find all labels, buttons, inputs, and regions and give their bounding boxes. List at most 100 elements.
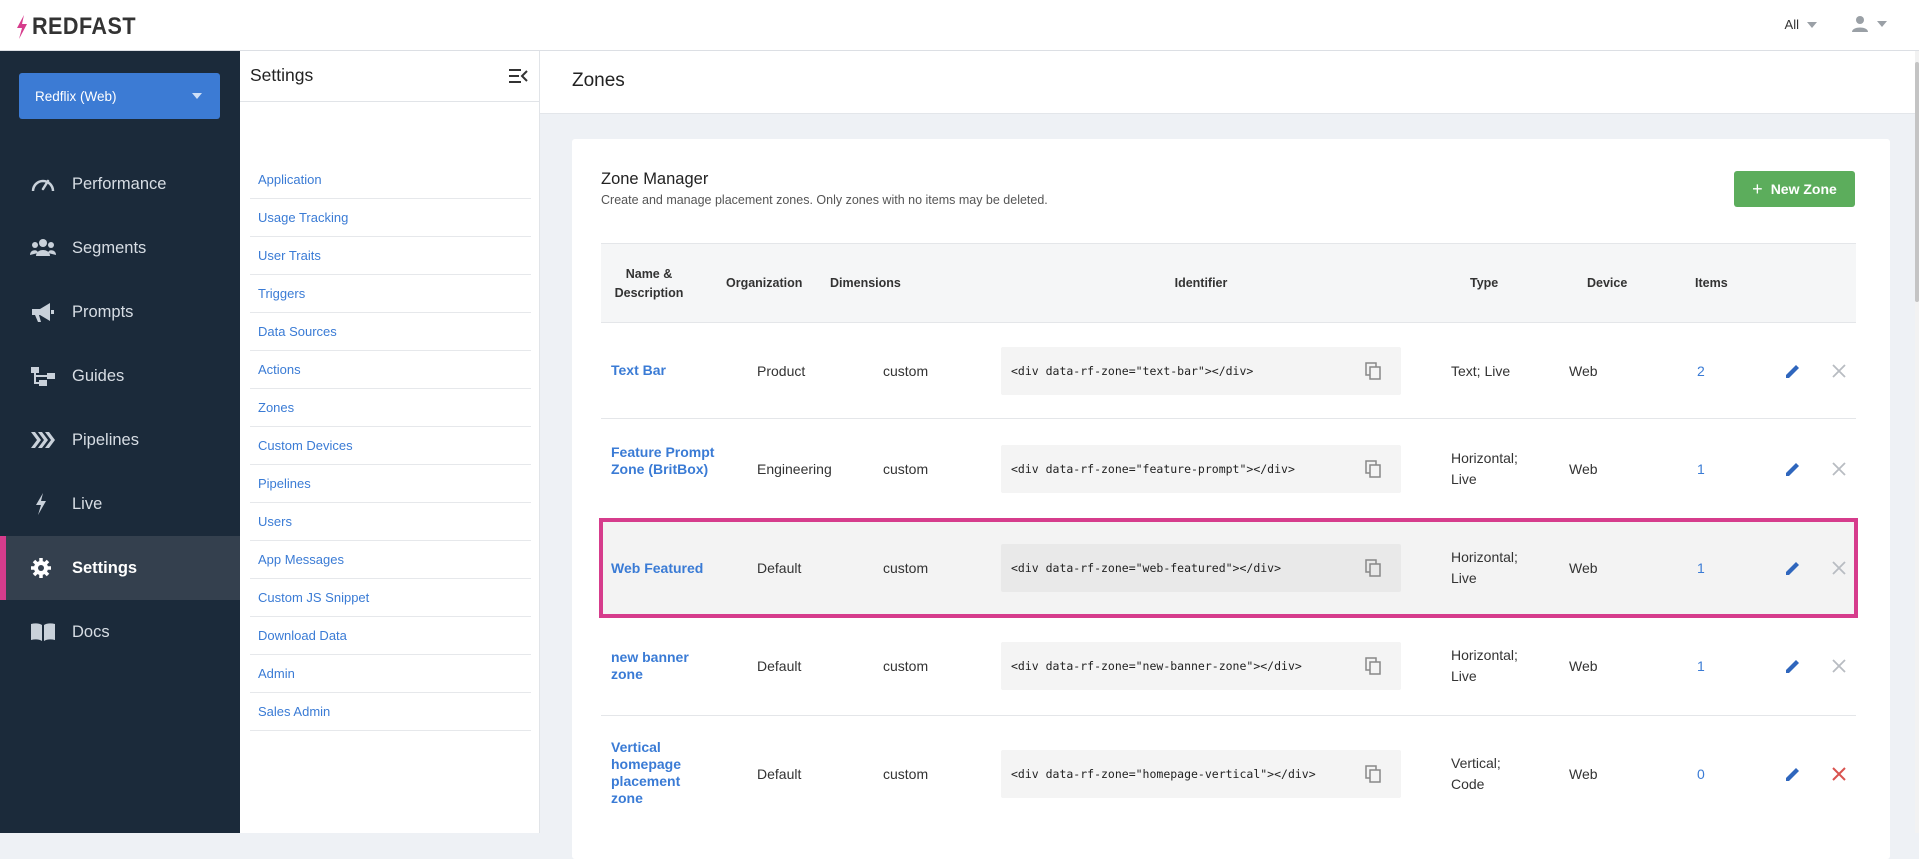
zone-items-count[interactable]: 1 — [1697, 658, 1705, 674]
close-icon[interactable] — [1832, 364, 1846, 378]
bolt-logo-icon — [17, 15, 27, 39]
scrollbar-thumb[interactable] — [1915, 62, 1919, 302]
nav-item-settings[interactable]: Settings — [0, 536, 240, 600]
delete-icon[interactable] — [1832, 767, 1846, 781]
copy-icon[interactable] — [1365, 460, 1381, 478]
zone-device: Web — [1569, 658, 1598, 674]
settings-item-label: Zones — [258, 400, 295, 415]
settings-item-application[interactable]: Application — [250, 161, 531, 199]
nav-item-label: Prompts — [72, 302, 134, 321]
zone-name-link[interactable]: Vertical homepage placement zone — [611, 739, 691, 807]
zone-name-link[interactable]: new banner zone — [611, 649, 701, 683]
nav-item-segments[interactable]: Segments — [0, 216, 240, 280]
settings-item-pipelines[interactable]: Pipelines — [250, 465, 531, 503]
column-header-identifier[interactable]: Identifier — [1001, 276, 1401, 290]
table-row: Text Bar Product custom <div data-rf-zon… — [601, 323, 1856, 419]
settings-item-label: Users — [258, 514, 292, 529]
settings-item-download-data[interactable]: Download Data — [250, 617, 531, 655]
settings-item-label: Usage Tracking — [258, 210, 349, 225]
zone-name-link[interactable]: Web Featured — [611, 560, 751, 577]
settings-item-label: Admin — [258, 666, 295, 681]
table-row: new banner zone Default custom <div data… — [601, 616, 1856, 716]
app-selector-label: Redflix (Web) — [35, 88, 117, 104]
column-header-dimensions[interactable]: Dimensions — [830, 276, 901, 290]
column-header-name[interactable]: Name & Description — [609, 265, 689, 303]
close-icon[interactable] — [1832, 462, 1846, 476]
book-icon — [31, 623, 55, 641]
pencil-icon[interactable] — [1784, 559, 1802, 577]
app-selector[interactable]: Redflix (Web) — [19, 73, 220, 119]
nav-item-label: Guides — [72, 366, 125, 385]
new-zone-label: New Zone — [1770, 181, 1837, 197]
nav-item-pipelines[interactable]: Pipelines — [0, 408, 240, 472]
settings-item-custom-js-snippet[interactable]: Custom JS Snippet — [250, 579, 531, 617]
nav-item-guides[interactable]: Guides — [0, 344, 240, 408]
pencil-icon[interactable] — [1784, 657, 1802, 675]
settings-item-label: Custom JS Snippet — [258, 590, 370, 605]
settings-item-data-sources[interactable]: Data Sources — [250, 313, 531, 351]
settings-item-label: Triggers — [258, 286, 306, 301]
settings-item-custom-devices[interactable]: Custom Devices — [250, 427, 531, 465]
zone-items-count[interactable]: 1 — [1697, 560, 1705, 576]
settings-item-users[interactable]: Users — [250, 503, 531, 541]
nav-item-live[interactable]: Live — [0, 472, 240, 536]
user-menu[interactable] — [1851, 15, 1887, 33]
zone-name-link[interactable]: Feature Prompt Zone (BritBox) — [611, 444, 721, 478]
zone-organization: Default — [757, 658, 802, 674]
zone-identifier-code: <div data-rf-zone="web-featured"></div> — [1011, 561, 1282, 575]
copy-icon[interactable] — [1365, 559, 1381, 577]
settings-item-zones[interactable]: Zones — [250, 389, 531, 427]
zone-items-count[interactable]: 2 — [1697, 363, 1705, 379]
zone-dimensions: custom — [883, 658, 929, 674]
zone-identifier: <div data-rf-zone="text-bar"></div> — [1001, 347, 1401, 395]
zone-name-link[interactable]: Text Bar — [611, 362, 721, 379]
zone-identifier: <div data-rf-zone="homepage-vertical"></… — [1001, 750, 1401, 798]
table-row: Vertical homepage placement zone Default… — [601, 716, 1856, 832]
column-header-type[interactable]: Type — [1470, 276, 1498, 290]
pencil-icon[interactable] — [1784, 362, 1802, 380]
settings-item-sales-admin[interactable]: Sales Admin — [250, 693, 531, 731]
divider — [240, 101, 540, 102]
table-header: Name & Description Organization Dimensio… — [601, 243, 1856, 323]
zone-items-count[interactable]: 0 — [1697, 766, 1705, 782]
organization-filter[interactable]: All — [1785, 17, 1817, 32]
new-zone-button[interactable]: + New Zone — [1734, 171, 1855, 207]
close-icon[interactable] — [1832, 561, 1846, 575]
pencil-icon[interactable] — [1784, 460, 1802, 478]
nav-item-performance[interactable]: Performance — [0, 152, 240, 216]
nav-item-docs[interactable]: Docs — [0, 600, 240, 664]
pencil-icon[interactable] — [1784, 765, 1802, 783]
copy-icon[interactable] — [1365, 657, 1381, 675]
zone-items-count[interactable]: 1 — [1697, 461, 1705, 477]
zone-dimensions: custom — [883, 560, 929, 576]
copy-icon[interactable] — [1365, 765, 1381, 783]
settings-item-usage-tracking[interactable]: Usage Tracking — [250, 199, 531, 237]
zone-device: Web — [1569, 560, 1598, 576]
close-icon[interactable] — [1832, 659, 1846, 673]
settings-item-triggers[interactable]: Triggers — [250, 275, 531, 313]
user-icon — [1852, 16, 1868, 32]
nav-item-prompts[interactable]: Prompts — [0, 280, 240, 344]
zone-type: Text; Live — [1451, 363, 1511, 379]
column-header-device[interactable]: Device — [1587, 276, 1627, 290]
users-icon — [30, 239, 56, 256]
column-header-organization[interactable]: Organization — [726, 276, 802, 290]
column-header-items[interactable]: Items — [1695, 276, 1728, 290]
settings-item-app-messages[interactable]: App Messages — [250, 541, 531, 579]
copy-icon[interactable] — [1365, 362, 1381, 380]
nav-item-label: Segments — [72, 238, 147, 257]
page-header: Zones — [540, 51, 1919, 114]
settings-item-user-traits[interactable]: User Traits — [250, 237, 531, 275]
nav-item-label: Performance — [72, 174, 167, 193]
zone-device: Web — [1569, 766, 1598, 782]
collapse-menu-icon[interactable] — [508, 68, 528, 84]
settings-item-label: Pipelines — [258, 476, 311, 491]
settings-item-admin[interactable]: Admin — [250, 655, 531, 693]
brand-logo[interactable]: REDFAST — [15, 13, 148, 41]
settings-item-actions[interactable]: Actions — [250, 351, 531, 389]
zone-type: Horizontal; Live — [1451, 450, 1518, 487]
zone-dimensions: custom — [883, 363, 929, 379]
main-sidebar: Redflix (Web) Performance Segments Promp… — [0, 51, 240, 833]
zone-organization: Product — [757, 363, 806, 379]
zone-organization: Default — [757, 560, 802, 576]
